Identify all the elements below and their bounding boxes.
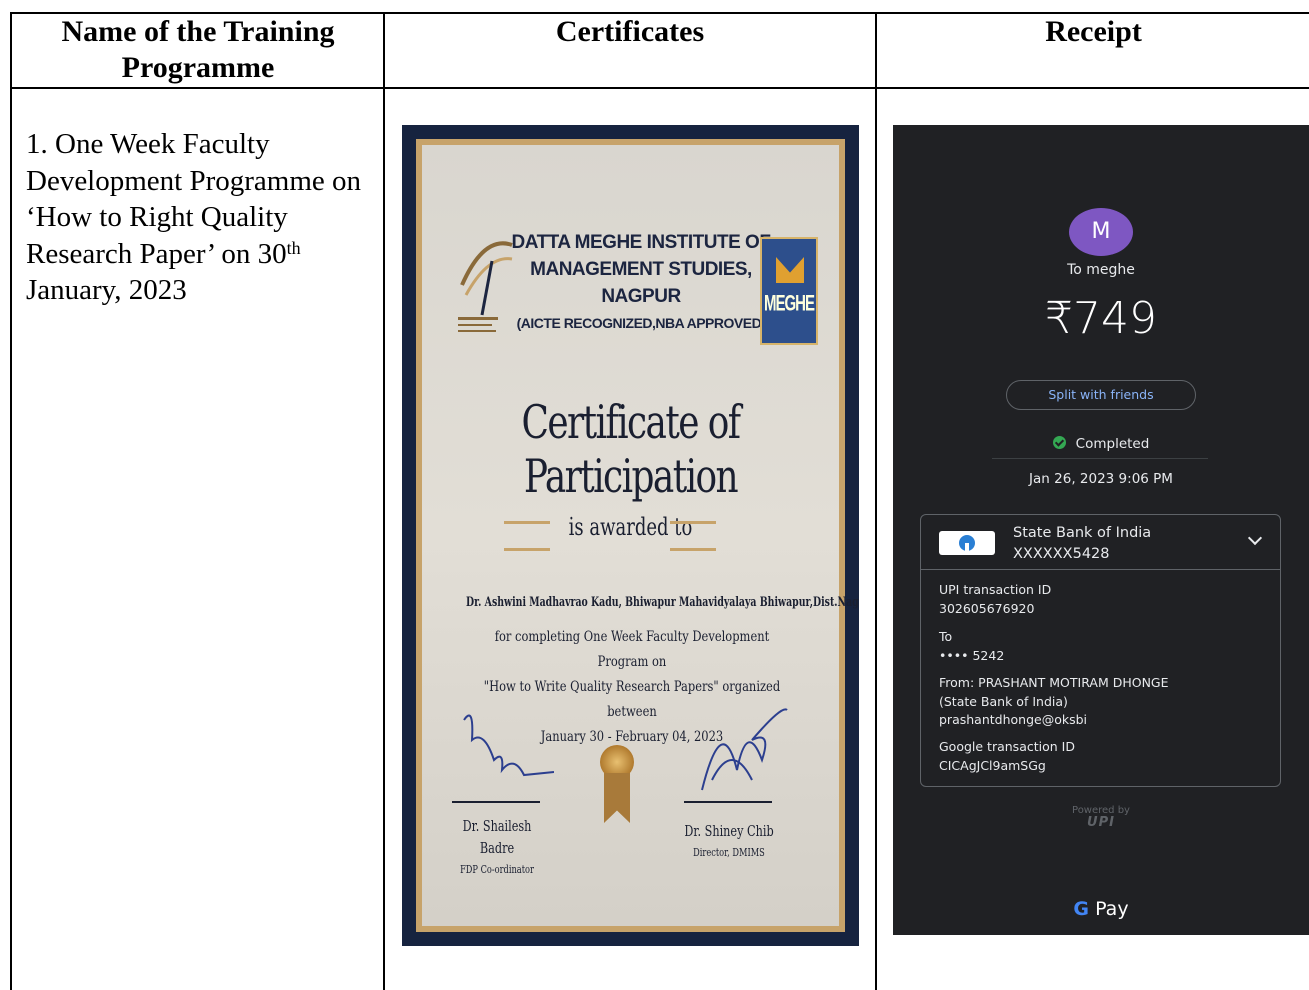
google-transaction-label: Google transaction ID	[939, 739, 1075, 754]
gpay-receipt: M To meghe ₹749 Split with friends Compl…	[893, 125, 1309, 935]
table-left-border	[10, 12, 12, 990]
from-bank: (State Bank of India)	[939, 693, 1068, 709]
upi-transaction-label: UPI transaction ID	[939, 582, 1052, 597]
column-divider-1	[383, 12, 385, 990]
institute-logo-icon	[458, 241, 513, 332]
split-with-friends-button[interactable]: Split with friends	[1006, 380, 1196, 410]
bank-account-row[interactable]: State Bank of India XXXXXX5428	[921, 515, 1280, 570]
meghe-logo: MEGHE	[760, 237, 818, 345]
signature-line-left	[452, 801, 540, 803]
signatory-left: Dr. Shailesh Badre FDP Co-ordinator	[448, 815, 546, 881]
gpay-label: Pay	[1089, 898, 1129, 920]
from-block: From: PRASHANT MOTIRAM DHONGE (State Ban…	[939, 674, 1169, 730]
signatory-right-role: Director, DMIMS	[693, 846, 765, 859]
chevron-down-icon[interactable]	[1247, 530, 1263, 546]
institute-line-4: (AICTE RECOGNIZED,NBA APPROVED)	[516, 315, 766, 331]
google-transaction-block: Google transaction ID CICAgJCl9amSGg	[939, 738, 1075, 775]
institute-line-3: NAGPUR	[601, 286, 681, 307]
status-divider	[992, 458, 1208, 459]
transaction-details-card: State Bank of India XXXXXX5428 UPI trans…	[920, 514, 1281, 787]
certificate-recipient: Dr. Ashwini Madhavrao Kadu, Bhiwapur Mah…	[465, 595, 859, 610]
from-name: From: PRASHANT MOTIRAM DHONGE	[939, 675, 1169, 690]
signatory-right: Dr. Shiney Chib Director, DMIMS	[680, 820, 778, 864]
sbi-logo-keyhole	[965, 543, 969, 551]
bank-name: State Bank of India	[1013, 525, 1152, 541]
programme-text-before: 1. One Week Faculty Development Programm…	[26, 128, 362, 270]
to-account: •••• 5242	[939, 647, 1005, 663]
signatory-left-role: FDP Co-ordinator	[460, 863, 534, 876]
payment-amount: ₹749	[1045, 293, 1157, 344]
check-circle-icon	[1052, 436, 1066, 449]
google-g-icon: G	[1073, 898, 1090, 920]
signatory-right-name: Dr. Shiney Chib	[684, 822, 774, 840]
certificate-awarded: is awarded to	[568, 513, 693, 541]
meghe-logo-text: MEGHE	[763, 290, 815, 317]
status-label: Completed	[1075, 436, 1150, 452]
payment-status: Completed	[893, 436, 1309, 452]
header-training-programme: Name of the Training Programme	[61, 15, 335, 84]
payment-datetime: Jan 26, 2023 9:06 PM	[1029, 471, 1173, 487]
description-line-1: for completing One Week Faculty Developm…	[494, 629, 770, 670]
signature-line-right	[684, 801, 772, 803]
certificate-image: DATTA MEGHE INSTITUTE OF MANAGEMENT STUD…	[402, 125, 859, 946]
certificate-title: Certificate of Participation	[521, 395, 741, 503]
sbi-logo-icon	[939, 531, 995, 555]
upi-logo-icon: UPI	[1087, 815, 1115, 830]
programme-text-after: January, 2023	[26, 274, 187, 306]
signatory-left-name: Dr. Shailesh Badre	[462, 817, 532, 857]
column-divider-2	[875, 12, 877, 990]
certificate-institute: DATTA MEGHE INSTITUTE OF MANAGEMENT STUD…	[510, 229, 772, 337]
signature-right-icon	[701, 708, 788, 791]
scroll-ornament-right	[670, 521, 716, 551]
to-block: To •••• 5242	[939, 628, 1004, 665]
upi-transaction-id: 302605676920	[939, 600, 1035, 616]
header-receipt: Receipt	[1045, 15, 1142, 48]
header-bottom-border	[10, 87, 1309, 89]
from-upi: prashantdhonge@oksbi	[939, 712, 1088, 727]
upi-transaction-block: UPI transaction ID 302605676920	[939, 581, 1051, 618]
programme-name: 1. One Week Faculty Development Programm…	[26, 126, 376, 309]
payee-avatar: M	[1069, 208, 1133, 256]
meghe-mark-icon	[776, 257, 804, 283]
to-label: To	[939, 629, 953, 644]
google-transaction-id: CICAgJCl9amSGg	[939, 757, 1046, 773]
bank-account: XXXXXX5428	[1013, 546, 1110, 562]
institute-line-1: DATTA MEGHE INSTITUTE OF	[511, 232, 771, 253]
programme-superscript: th	[286, 237, 301, 258]
gpay-logo: G Pay	[893, 898, 1309, 920]
institute-line-2: MANAGEMENT STUDIES,	[530, 259, 752, 280]
bank-info: State Bank of India XXXXXX5428	[1013, 523, 1151, 565]
payee-name: To meghe	[1067, 262, 1135, 278]
header-certificates: Certificates	[555, 15, 705, 48]
signature-left-icon	[463, 714, 554, 777]
powered-by-upi: Powered by UPI	[893, 805, 1309, 829]
